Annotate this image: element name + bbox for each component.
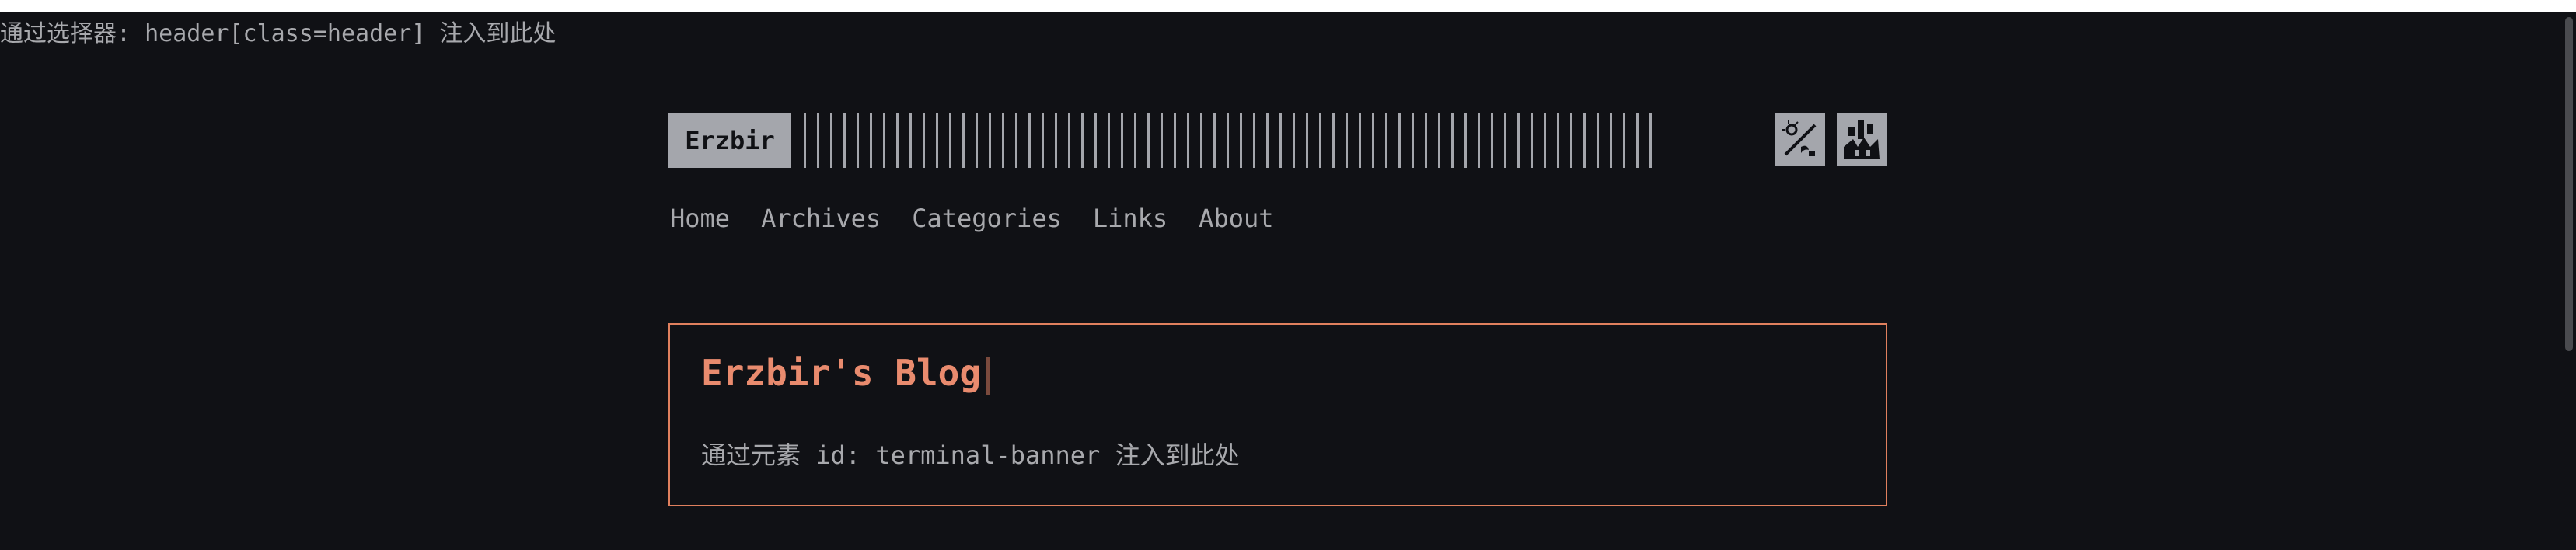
- page: 通过选择器: header[class=header] 注入到此处 Erzbir: [0, 12, 2576, 550]
- blog-title-text: Erzbir's Blog: [701, 352, 982, 394]
- language-button[interactable]: [1837, 113, 1887, 166]
- scrollbar-thumb[interactable]: [2565, 17, 2573, 351]
- header-injection-note: 通过选择器: header[class=header] 注入到此处: [0, 20, 557, 47]
- main-nav: Home Archives Categories Links About: [670, 199, 1274, 238]
- terminal-banner: Erzbir's Blog 通过元素 id: terminal-banner 注…: [668, 323, 1887, 506]
- theme-toggle-icon: [1778, 116, 1823, 164]
- site-logo[interactable]: Erzbir: [668, 113, 791, 168]
- top-strip: [0, 0, 2576, 12]
- site-header: Erzbir: [668, 113, 1887, 168]
- theme-toggle-button[interactable]: [1775, 113, 1825, 166]
- nav-item-links[interactable]: Links: [1093, 199, 1168, 238]
- language-icon: [1839, 116, 1884, 164]
- typing-cursor: [986, 357, 990, 395]
- nav-item-about[interactable]: About: [1199, 199, 1273, 238]
- banner-injection-note: 通过元素 id: terminal-banner 注入到此处: [701, 440, 1240, 470]
- scrollbar[interactable]: [2560, 12, 2576, 550]
- nav-item-home[interactable]: Home: [670, 199, 730, 238]
- nav-item-categories[interactable]: Categories: [912, 199, 1062, 238]
- nav-item-archives[interactable]: Archives: [761, 199, 881, 238]
- logo-divider-bars: [804, 113, 1654, 168]
- blog-title: Erzbir's Blog: [701, 350, 990, 396]
